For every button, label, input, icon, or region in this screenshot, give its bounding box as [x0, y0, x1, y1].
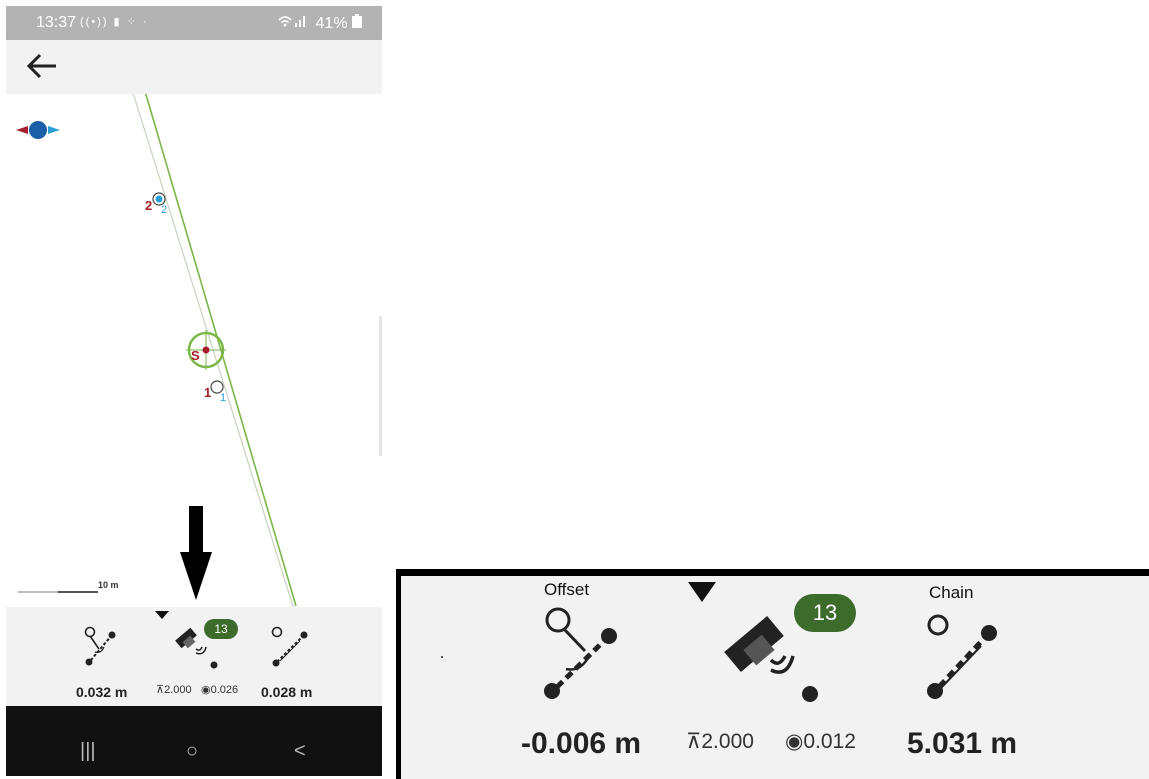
zoom-accuracy-value: 0.012: [803, 730, 856, 753]
offset-value: 0.032 m: [76, 684, 128, 700]
scale-label: 10 m: [98, 580, 119, 590]
app-bar: [6, 40, 382, 94]
compass-icon[interactable]: [16, 121, 60, 139]
status-time: 13:37: [36, 14, 77, 31]
svg-text:2: 2: [161, 204, 167, 216]
android-nav-bar: ||| ○ <: [6, 706, 382, 776]
svg-text:1: 1: [204, 385, 211, 400]
status-right: 41%: [277, 14, 362, 33]
height-field: ⊼2.000: [156, 683, 192, 696]
phone-screen: 13:37 ((•)) ▮ ⁘ · 41% 2 2 S 1 1 10 m 13 …: [6, 6, 382, 776]
chain-value: 0.028 m: [261, 684, 313, 700]
satellite-count: 13: [214, 622, 228, 636]
zoom-height-field: ⊼2.000: [686, 729, 754, 754]
zoom-chain-value: 5.031 m: [907, 727, 1018, 760]
satellite-count-badge: 13: [204, 619, 238, 639]
collapse-triangle-icon[interactable]: [155, 611, 169, 619]
map-view[interactable]: 2 2 S 1 1 10 m: [6, 94, 382, 607]
antenna-height-icon: ⊼: [156, 684, 165, 696]
zoomed-panel-content: Offset Chain 13 -0.006 m ⊼2.000 ◉0.012 5…: [401, 576, 1149, 779]
bottom-status-panel: 13 0.032 m ⊼2.000 ◉0.026 0.028 m: [6, 607, 382, 706]
zoom-satellite-count: 13: [812, 600, 838, 625]
target-reticle-icon[interactable]: S: [186, 330, 226, 370]
zoom-accuracy-icon: ◉: [785, 730, 804, 753]
annotation-arrow-icon: [180, 506, 212, 600]
svg-text:1: 1: [220, 392, 226, 404]
recents-button[interactable]: |||: [80, 740, 96, 763]
battery-icon: [352, 14, 362, 32]
height-value: 2.000: [164, 684, 192, 696]
zoom-height-value: 2.000: [701, 730, 754, 753]
accuracy-icon: ◉: [201, 684, 211, 696]
zoom-offset-icon: [544, 607, 617, 699]
accuracy-value: 0.026: [210, 684, 239, 696]
chain-label: Chain: [929, 583, 974, 602]
chain-icon: [271, 626, 308, 667]
scale-bar: [18, 591, 98, 593]
map-canvas: 2 2 S 1 1: [16, 94, 297, 607]
zoom-chain-icon: [927, 614, 997, 699]
home-button[interactable]: ○: [186, 740, 198, 763]
zoomed-panel: Offset Chain 13 -0.006 m ⊼2.000 ◉0.012 5…: [396, 569, 1149, 779]
zoom-antenna-height-icon: ⊼: [686, 730, 702, 753]
back-arrow-icon[interactable]: [24, 50, 60, 82]
battery-percent: 41%: [315, 15, 348, 32]
zoom-accuracy-field: ◉0.012: [785, 729, 856, 754]
point-1-marker[interactable]: 1 1: [204, 380, 226, 404]
side-drawer-handle[interactable]: [379, 316, 382, 456]
wifi-signal-icon: [277, 15, 315, 32]
status-bar: 13:37 ((•)) ▮ ⁘ · 41%: [6, 6, 382, 40]
offset-icon: [84, 626, 116, 666]
svg-text:2: 2: [145, 198, 152, 213]
svg-text:S: S: [191, 348, 200, 363]
accuracy-field: ◉0.026: [201, 683, 238, 696]
point-2-marker[interactable]: 2 2: [145, 192, 167, 216]
zoom-satellite-count-badge: 13: [794, 594, 856, 632]
zoom-collapse-triangle-icon[interactable]: [688, 582, 716, 602]
offset-label: Offset: [544, 580, 590, 599]
back-nav-button[interactable]: <: [294, 740, 306, 763]
status-left-icons: ((•)) ▮ ⁘ ·: [80, 16, 149, 28]
dot-mark: [441, 656, 443, 658]
zoom-offset-value: -0.006 m: [521, 727, 642, 760]
